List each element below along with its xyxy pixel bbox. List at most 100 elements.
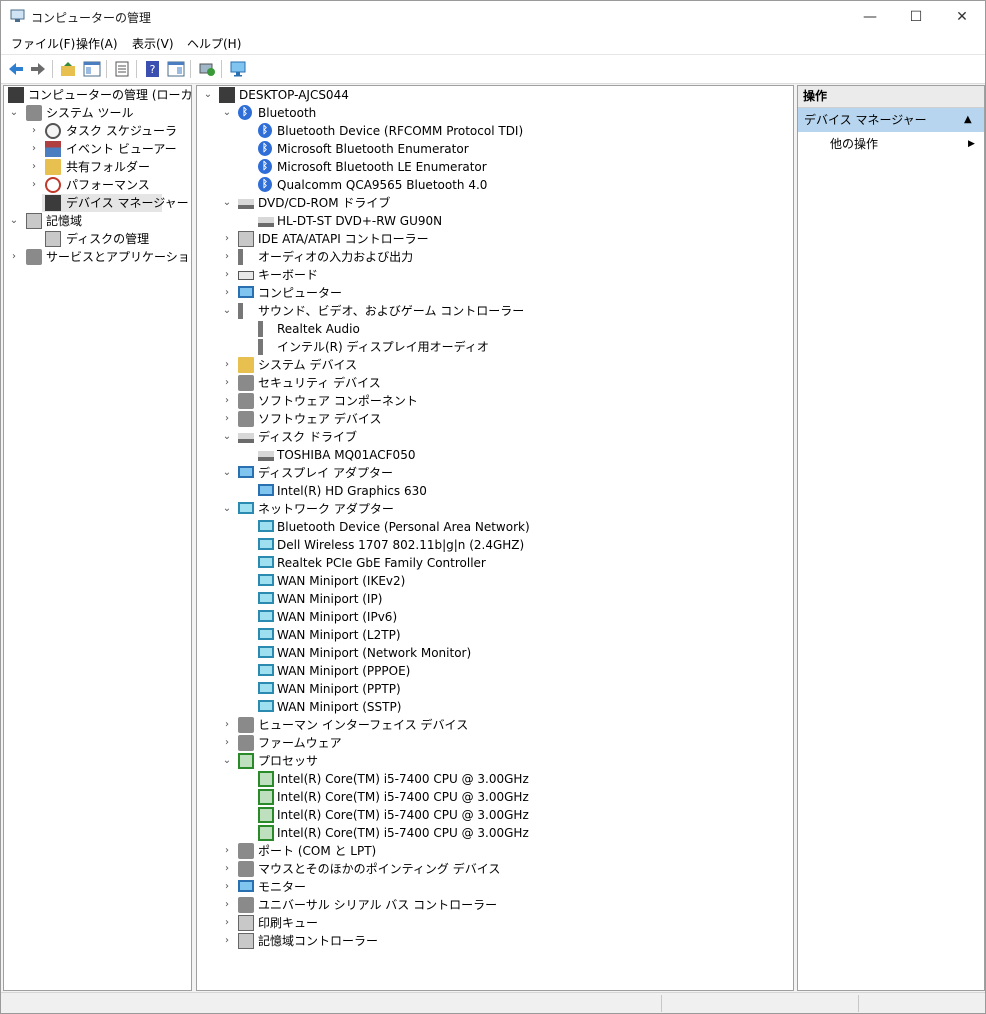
device-item[interactable]: Intel(R) HD Graphics 630 (197, 482, 793, 500)
chevron-down-icon[interactable]: ⌄ (222, 464, 232, 482)
chevron-right-icon[interactable]: › (29, 176, 39, 194)
device-item[interactable]: TOSHIBA MQ01ACF050 (197, 446, 793, 464)
tree-item-services-and-applications[interactable]: › サービスとアプリケーション (4, 248, 191, 266)
chevron-right-icon[interactable]: › (29, 158, 39, 176)
device-item[interactable]: Realtek Audio (197, 320, 793, 338)
device-item[interactable]: WAN Miniport (PPTP) (197, 680, 793, 698)
more-actions-item[interactable]: 他の操作 ▶ (798, 134, 984, 154)
menu-help[interactable]: ヘルプ(H) (187, 35, 241, 52)
collapse-icon[interactable]: ▲ (964, 108, 972, 132)
chevron-right-icon[interactable]: › (222, 716, 232, 734)
device-item[interactable]: インテル(R) ディスプレイ用オーディオ (197, 338, 793, 356)
chevron-down-icon[interactable]: ⌄ (9, 212, 19, 230)
maximize-button[interactable]: ☐ (893, 1, 939, 32)
chevron-right-icon[interactable]: › (222, 374, 232, 392)
chevron-down-icon[interactable]: ⌄ (222, 752, 232, 770)
device-item[interactable]: WAN Miniport (L2TP) (197, 626, 793, 644)
device-item[interactable]: Intel(R) Core(TM) i5-7400 CPU @ 3.00GHz (197, 770, 793, 788)
chevron-right-icon[interactable]: › (222, 230, 232, 248)
chevron-right-icon[interactable]: › (9, 248, 19, 266)
device-category[interactable]: ⌄ DVD/CD-ROM ドライブ (197, 194, 793, 212)
device-category[interactable]: › ソフトウェア デバイス (197, 410, 793, 428)
device-category[interactable]: › 印刷キュー (197, 914, 793, 932)
device-category[interactable]: › ソフトウェア コンポーネント (197, 392, 793, 410)
device-category[interactable]: ⌄ ᛒ Bluetooth (197, 104, 793, 122)
tree-item-shared-folders[interactable]: › 共有フォルダー (4, 158, 191, 176)
close-button[interactable]: ✕ (939, 1, 985, 32)
device-category[interactable]: › ファームウェア (197, 734, 793, 752)
device-category[interactable]: › ポート (COM と LPT) (197, 842, 793, 860)
chevron-right-icon[interactable]: › (222, 932, 232, 950)
chevron-right-icon[interactable]: › (222, 734, 232, 752)
title-bar[interactable]: コンピューターの管理 — ☐ ✕ (1, 1, 985, 32)
device-item[interactable]: ᛒ Qualcomm QCA9565 Bluetooth 4.0 (197, 176, 793, 194)
tree-item-performance[interactable]: › パフォーマンス (4, 176, 191, 194)
device-item[interactable]: Realtek PCIe GbE Family Controller (197, 554, 793, 572)
device-category[interactable]: › システム デバイス (197, 356, 793, 374)
device-category[interactable]: › ユニバーサル シリアル バス コントローラー (197, 896, 793, 914)
device-item[interactable]: Bluetooth Device (Personal Area Network) (197, 518, 793, 536)
device-category[interactable]: › ヒューマン インターフェイス デバイス (197, 716, 793, 734)
chevron-right-icon[interactable]: › (222, 392, 232, 410)
chevron-right-icon[interactable]: › (222, 266, 232, 284)
device-category[interactable]: ⌄ サウンド、ビデオ、およびゲーム コントローラー (197, 302, 793, 320)
chevron-right-icon[interactable]: › (222, 914, 232, 932)
chevron-down-icon[interactable]: ⌄ (222, 194, 232, 212)
device-item[interactable]: HL-DT-ST DVD+-RW GU90N (197, 212, 793, 230)
tree-item-task-scheduler[interactable]: › タスク スケジューラ (4, 122, 191, 140)
device-category[interactable]: › 記憶域コントローラー (197, 932, 793, 950)
chevron-down-icon[interactable]: ⌄ (9, 104, 19, 122)
device-category[interactable]: › キーボード (197, 266, 793, 284)
properties-icon[interactable] (113, 60, 131, 78)
chevron-right-icon[interactable]: › (222, 248, 232, 266)
device-category[interactable]: › オーディオの入力および出力 (197, 248, 793, 266)
tree-item-storage[interactable]: ⌄ 記憶域 (4, 212, 191, 230)
device-item[interactable]: ᛒ Microsoft Bluetooth Enumerator (197, 140, 793, 158)
device-item[interactable]: WAN Miniport (Network Monitor) (197, 644, 793, 662)
chevron-right-icon[interactable]: › (222, 284, 232, 302)
device-item[interactable]: Intel(R) Core(TM) i5-7400 CPU @ 3.00GHz (197, 788, 793, 806)
chevron-down-icon[interactable]: ⌄ (222, 302, 232, 320)
device-category[interactable]: ⌄ ネットワーク アダプター (197, 500, 793, 518)
minimize-button[interactable]: — (847, 1, 893, 32)
chevron-down-icon[interactable]: ⌄ (222, 428, 232, 446)
device-item[interactable]: Intel(R) Core(TM) i5-7400 CPU @ 3.00GHz (197, 806, 793, 824)
device-category[interactable]: › IDE ATA/ATAPI コントローラー (197, 230, 793, 248)
tree-item-device-manager[interactable]: デバイス マネージャー (42, 194, 189, 212)
device-item[interactable]: WAN Miniport (PPPOE) (197, 662, 793, 680)
forward-icon[interactable] (29, 60, 47, 78)
device-category[interactable]: › セキュリティ デバイス (197, 374, 793, 392)
up-folder-icon[interactable] (59, 60, 77, 78)
device-item[interactable]: WAN Miniport (IP) (197, 590, 793, 608)
chevron-right-icon[interactable]: › (222, 356, 232, 374)
device-category[interactable]: › コンピューター (197, 284, 793, 302)
menu-file[interactable]: ファイル(F) (11, 35, 75, 52)
chevron-right-icon[interactable]: › (222, 896, 232, 914)
device-category[interactable]: ⌄ ディスク ドライブ (197, 428, 793, 446)
chevron-right-icon[interactable]: › (222, 842, 232, 860)
tree-item-system-tools[interactable]: ⌄ システム ツール (4, 104, 191, 122)
monitor-icon[interactable] (229, 60, 247, 78)
menu-view[interactable]: 表示(V) (132, 35, 174, 52)
device-category[interactable]: › モニター (197, 878, 793, 896)
device-item[interactable]: WAN Miniport (IPv6) (197, 608, 793, 626)
chevron-down-icon[interactable]: ⌄ (222, 104, 232, 122)
device-item[interactable]: ᛒ Bluetooth Device (RFCOMM Protocol TDI) (197, 122, 793, 140)
back-icon[interactable] (7, 60, 25, 78)
tree-item-event-viewer[interactable]: › イベント ビューアー (4, 140, 191, 158)
device-category[interactable]: ⌄ ディスプレイ アダプター (197, 464, 793, 482)
device-item[interactable]: Dell Wireless 1707 802.11b|g|n (2.4GHZ) (197, 536, 793, 554)
help-icon[interactable]: ? (144, 60, 162, 78)
tree-item-disk-management[interactable]: ディスクの管理 (4, 230, 191, 248)
chevron-down-icon[interactable]: ⌄ (222, 500, 232, 518)
show-pane-icon[interactable] (167, 60, 185, 78)
chevron-right-icon[interactable]: › (222, 878, 232, 896)
chevron-down-icon[interactable]: ⌄ (203, 86, 213, 104)
device-item[interactable]: WAN Miniport (IKEv2) (197, 572, 793, 590)
device-item[interactable]: Intel(R) Core(TM) i5-7400 CPU @ 3.00GHz (197, 824, 793, 842)
scan-hardware-icon[interactable] (198, 60, 216, 78)
chevron-right-icon[interactable]: › (29, 140, 39, 158)
device-category[interactable]: › マウスとそのほかのポインティング デバイス (197, 860, 793, 878)
device-item[interactable]: WAN Miniport (SSTP) (197, 698, 793, 716)
chevron-right-icon[interactable]: › (222, 410, 232, 428)
